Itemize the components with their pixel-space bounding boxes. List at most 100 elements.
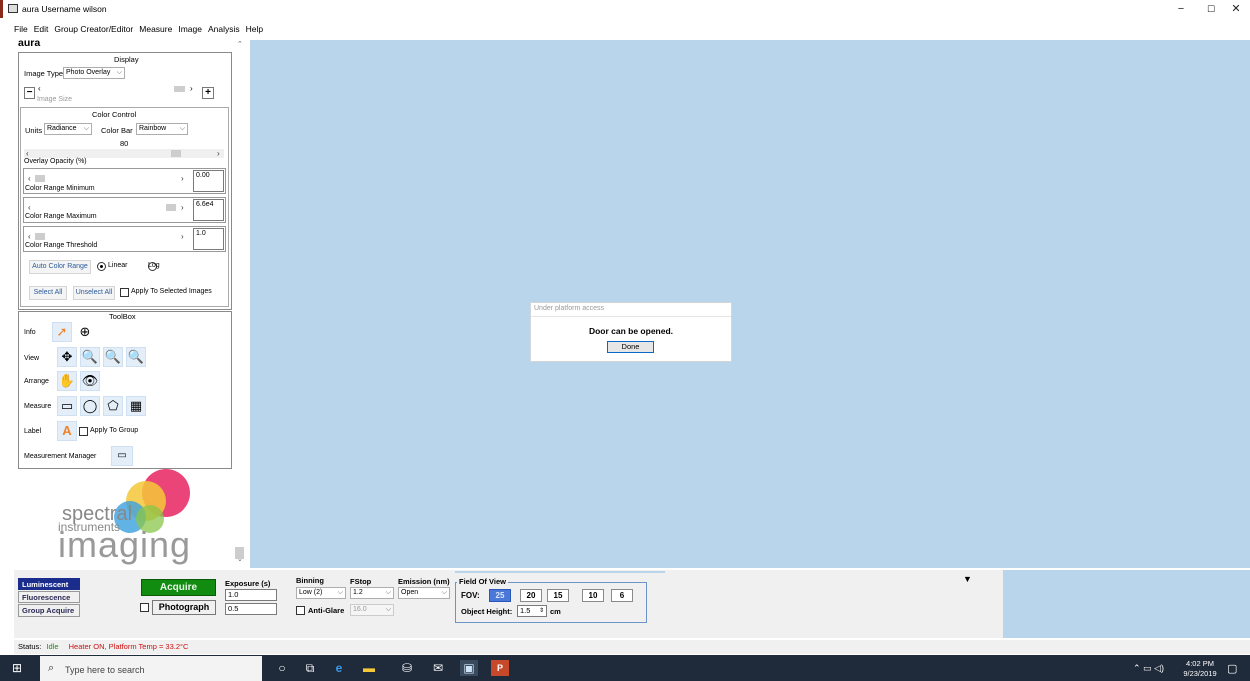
- object-height-input[interactable]: 1.5 ⇕: [517, 605, 547, 617]
- zoom-in-icon[interactable]: 🔍: [80, 347, 100, 367]
- acquire-button[interactable]: Acquire: [141, 579, 216, 596]
- file-explorer-icon[interactable]: ▬: [360, 660, 378, 676]
- info-label: Info: [24, 329, 36, 336]
- range-min-label: Color Range Minimum: [25, 185, 95, 192]
- powerpoint-icon[interactable]: P: [491, 660, 509, 676]
- menu-bar: File Edit Group Creator/Editor Measure I…: [14, 24, 263, 36]
- color-control-title: Color Control: [92, 110, 137, 119]
- zoom-out-icon[interactable]: 🔍: [103, 347, 123, 367]
- object-height-unit: cm: [550, 607, 561, 616]
- threshold-value[interactable]: 1.0: [193, 228, 224, 250]
- grid-roi-icon[interactable]: ▦: [126, 396, 146, 416]
- photograph-checkbox[interactable]: [140, 603, 149, 612]
- binning-select[interactable]: Low (2) ⌵: [296, 587, 346, 599]
- image-size-left-arrow[interactable]: ‹: [38, 84, 41, 93]
- scroll-up-icon[interactable]: ⌃: [237, 40, 243, 48]
- linear-label: Linear: [108, 262, 128, 269]
- group-acquire-button[interactable]: Group Acquire: [18, 604, 80, 617]
- range-min-slider[interactable]: ‹ ›: [26, 174, 188, 183]
- menu-group-creator[interactable]: Group Creator/Editor: [54, 24, 133, 36]
- menu-help[interactable]: Help: [246, 24, 263, 36]
- chevron-down-icon: ⌵: [385, 589, 391, 596]
- windows-start-icon[interactable]: ⊞: [12, 661, 22, 675]
- apply-selected-checkbox[interactable]: [120, 288, 129, 297]
- fov-25-button[interactable]: 25: [489, 589, 511, 602]
- arrange-label: Arrange: [24, 378, 49, 385]
- crosshair-tool-icon[interactable]: ⊕: [75, 322, 95, 342]
- mail-icon[interactable]: ✉: [429, 660, 447, 676]
- text-label-icon[interactable]: A: [57, 421, 77, 441]
- range-max-slider[interactable]: ‹ ›: [26, 203, 188, 212]
- fstop-label: FStop: [350, 577, 372, 586]
- task-view-icon[interactable]: ⧉: [301, 660, 319, 676]
- opacity-slider[interactable]: ‹ ›: [24, 149, 224, 158]
- luminescent-mode-button[interactable]: Luminescent: [18, 578, 80, 590]
- anti-glare-select[interactable]: 16.0 ⌵: [350, 604, 394, 616]
- pointer-tool-icon[interactable]: ➚: [52, 322, 72, 342]
- fstop-select[interactable]: 1.2 ⌵: [350, 587, 394, 599]
- freehand-roi-icon[interactable]: ⬠: [103, 396, 123, 416]
- ellipse-roi-icon[interactable]: ◯: [80, 396, 100, 416]
- panel-scrollbar[interactable]: ⌃ ⌄: [234, 40, 246, 567]
- fov-10-button[interactable]: 10: [582, 589, 604, 602]
- image-type-select[interactable]: Photo Overlay ⌵: [63, 67, 125, 79]
- unselect-all-button[interactable]: Unselect All: [73, 286, 115, 300]
- menu-measure[interactable]: Measure: [139, 24, 172, 36]
- fov-20-button[interactable]: 20: [520, 589, 542, 602]
- range-max-value[interactable]: 6.6e4: [193, 199, 224, 221]
- auto-color-range-button[interactable]: Auto Color Range: [29, 260, 91, 274]
- done-button[interactable]: Done: [607, 341, 654, 353]
- eye-tool-icon[interactable]: 👁: [80, 371, 100, 391]
- opacity-value: 80: [120, 139, 129, 148]
- object-height-label: Object Height:: [461, 607, 513, 616]
- units-select[interactable]: Radiance ⌵: [44, 123, 92, 135]
- image-size-minus-button[interactable]: −: [24, 87, 35, 99]
- edge-icon[interactable]: e: [330, 660, 348, 676]
- image-size-plus-button[interactable]: +: [202, 87, 214, 99]
- color-bar-select[interactable]: Rainbow ⌵: [136, 123, 188, 135]
- menu-image[interactable]: Image: [178, 24, 202, 36]
- menu-analysis[interactable]: Analysis: [208, 24, 240, 36]
- clock-time: 4:02 PM: [1186, 659, 1214, 668]
- photograph-button[interactable]: Photograph: [152, 600, 216, 615]
- store-icon[interactable]: ⛁: [398, 660, 416, 676]
- apply-group-checkbox[interactable]: [79, 427, 88, 436]
- collapse-icon[interactable]: ▼: [963, 574, 972, 584]
- emission-select[interactable]: Open ⌵: [398, 587, 450, 599]
- spinner-icon[interactable]: ⇕: [539, 606, 544, 616]
- chevron-down-icon: ⌵: [179, 125, 185, 132]
- exposure-input[interactable]: 1.0: [225, 589, 277, 601]
- tray-icons[interactable]: ⌃ ▭ ◁): [1133, 663, 1164, 674]
- maximize-button[interactable]: ☐: [1197, 2, 1225, 16]
- image-size-thumb[interactable]: [174, 86, 185, 92]
- range-min-value[interactable]: 0.00: [193, 170, 224, 192]
- select-all-button[interactable]: Select All: [29, 286, 67, 300]
- aura-app-icon[interactable]: ▣: [460, 660, 478, 676]
- ruler-icon[interactable]: ▭: [111, 446, 133, 466]
- threshold-slider[interactable]: ‹ ›: [26, 232, 188, 241]
- close-button[interactable]: ✕: [1222, 2, 1250, 16]
- photo-exposure-input[interactable]: 0.5: [225, 603, 277, 615]
- status-label: Status:: [18, 642, 42, 651]
- pan-tool-icon[interactable]: ✥: [57, 347, 77, 367]
- zoom-reset-icon[interactable]: 🔍: [126, 347, 146, 367]
- fov-6-button[interactable]: 6: [611, 589, 633, 602]
- cortana-icon[interactable]: ○: [273, 660, 291, 676]
- hand-tool-icon[interactable]: ✋: [57, 371, 77, 391]
- rectangle-roi-icon[interactable]: ▭: [57, 396, 77, 416]
- scroll-thumb[interactable]: [235, 547, 244, 559]
- menu-file[interactable]: File: [14, 24, 28, 36]
- notification-icon[interactable]: ▢: [1227, 662, 1237, 675]
- label-label: Label: [24, 428, 42, 435]
- fov-15-button[interactable]: 15: [547, 589, 569, 602]
- image-canvas[interactable]: [250, 40, 1250, 568]
- search-placeholder: Type here to search: [65, 665, 145, 675]
- minimize-button[interactable]: −: [1167, 2, 1195, 16]
- measure-label: Measure: [24, 403, 52, 410]
- title-bar: [0, 0, 1250, 18]
- image-size-right-arrow[interactable]: ›: [190, 84, 193, 93]
- anti-glare-checkbox[interactable]: [296, 606, 305, 615]
- title-accent: [0, 0, 3, 18]
- fluorescence-mode-button[interactable]: Fluorescence: [18, 591, 80, 603]
- menu-edit[interactable]: Edit: [34, 24, 49, 36]
